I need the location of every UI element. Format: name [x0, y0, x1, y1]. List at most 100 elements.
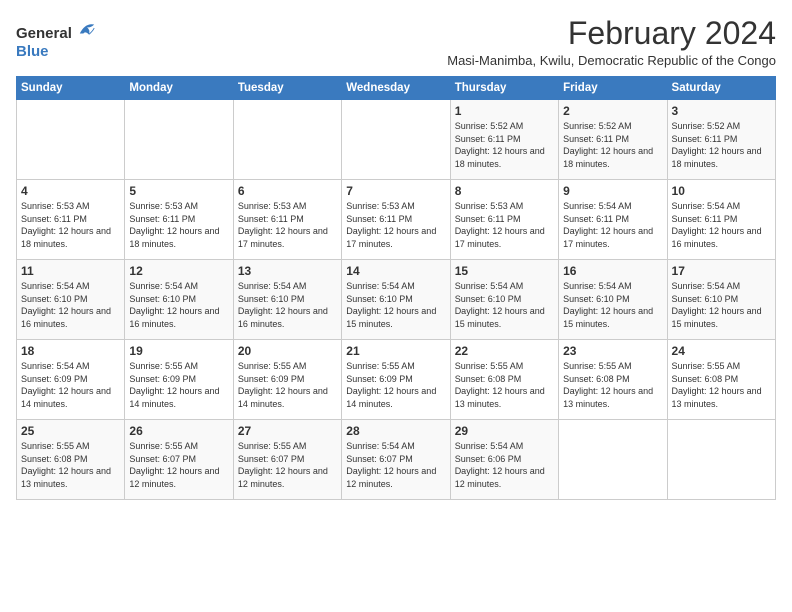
day-info: Sunrise: 5:54 AM Sunset: 6:06 PM Dayligh… — [455, 440, 554, 490]
day-number: 15 — [455, 264, 554, 278]
col-friday: Friday — [559, 77, 667, 100]
page: General Blue February 2024 Masi-Manimba,… — [0, 0, 792, 612]
main-title: February 2024 — [447, 16, 776, 51]
day-number: 24 — [672, 344, 771, 358]
day-cell: 6 Sunrise: 5:53 AM Sunset: 6:11 PM Daylig… — [233, 180, 341, 260]
day-number: 3 — [672, 104, 771, 118]
day-number: 16 — [563, 264, 662, 278]
day-cell — [233, 100, 341, 180]
day-info: Sunrise: 5:54 AM Sunset: 6:10 PM Dayligh… — [238, 280, 337, 330]
week-row-5: 25 Sunrise: 5:55 AM Sunset: 6:08 PM Dayli… — [17, 420, 776, 500]
day-info: Sunrise: 5:55 AM Sunset: 6:09 PM Dayligh… — [129, 360, 228, 410]
day-info: Sunrise: 5:54 AM Sunset: 6:11 PM Dayligh… — [672, 200, 771, 250]
week-row-3: 11Sunrise: 5:54 AM Sunset: 6:10 PM Dayli… — [17, 260, 776, 340]
day-number: 27 — [238, 424, 337, 438]
logo-bird-icon — [78, 20, 96, 38]
logo-general: General — [16, 25, 72, 42]
day-number: 29 — [455, 424, 554, 438]
day-number: 2 — [563, 104, 662, 118]
day-number: 25 — [21, 424, 120, 438]
day-info: Sunrise: 5:53 AM Sunset: 6:11 PM Dayligh… — [21, 200, 120, 250]
day-cell: 12 Sunrise: 5:54 AM Sunset: 6:10 PM Dayli… — [125, 260, 233, 340]
logo-text: General Blue — [16, 20, 96, 61]
day-cell — [17, 100, 125, 180]
header: General Blue February 2024 Masi-Manimba,… — [16, 16, 776, 68]
day-info: Sunrise: 5:54 AM Sunset: 6:10 PM Dayligh… — [129, 280, 228, 330]
day-info: Sunrise: 5:54 AM Sunset: 6:10 PM Dayligh… — [455, 280, 554, 330]
day-info: Sunrise: 5:54 AM Sunset: 6:07 PM Dayligh… — [346, 440, 445, 490]
day-cell: 23Sunrise: 5:55 AM Sunset: 6:08 PM Dayli… — [559, 340, 667, 420]
day-cell: 14 Sunrise: 5:54 AM Sunset: 6:10 PM Dayli… — [342, 260, 450, 340]
day-cell — [342, 100, 450, 180]
col-sunday: Sunday — [17, 77, 125, 100]
day-number: 28 — [346, 424, 445, 438]
day-cell: 4 Sunrise: 5:53 AM Sunset: 6:11 PM Daylig… — [17, 180, 125, 260]
day-cell: 25 Sunrise: 5:55 AM Sunset: 6:08 PM Dayli… — [17, 420, 125, 500]
day-cell: 22 Sunrise: 5:55 AM Sunset: 6:08 PM Dayli… — [450, 340, 558, 420]
col-monday: Monday — [125, 77, 233, 100]
day-info: Sunrise: 5:55 AM Sunset: 6:07 PM Dayligh… — [129, 440, 228, 490]
day-info: Sunrise: 5:55 AM Sunset: 6:08 PM Dayligh… — [455, 360, 554, 410]
calendar-table: Sunday Monday Tuesday Wednesday Thursday… — [16, 76, 776, 500]
day-number: 4 — [21, 184, 120, 198]
day-info: Sunrise: 5:54 AM Sunset: 6:11 PM Dayligh… — [563, 200, 662, 250]
day-info: Sunrise: 5:53 AM Sunset: 6:11 PM Dayligh… — [455, 200, 554, 250]
day-cell: 28 Sunrise: 5:54 AM Sunset: 6:07 PM Dayli… — [342, 420, 450, 500]
day-cell: 15 Sunrise: 5:54 AM Sunset: 6:10 PM Dayli… — [450, 260, 558, 340]
day-cell: 16Sunrise: 5:54 AM Sunset: 6:10 PM Dayli… — [559, 260, 667, 340]
day-number: 13 — [238, 264, 337, 278]
day-cell: 29 Sunrise: 5:54 AM Sunset: 6:06 PM Dayli… — [450, 420, 558, 500]
title-block: February 2024 Masi-Manimba, Kwilu, Democ… — [447, 16, 776, 68]
day-number: 19 — [129, 344, 228, 358]
day-cell: 7Sunrise: 5:53 AM Sunset: 6:11 PM Daylig… — [342, 180, 450, 260]
day-cell: 10Sunrise: 5:54 AM Sunset: 6:11 PM Dayli… — [667, 180, 775, 260]
day-number: 1 — [455, 104, 554, 118]
day-number: 18 — [21, 344, 120, 358]
week-row-2: 4 Sunrise: 5:53 AM Sunset: 6:11 PM Daylig… — [17, 180, 776, 260]
col-tuesday: Tuesday — [233, 77, 341, 100]
day-cell: 9 Sunrise: 5:54 AM Sunset: 6:11 PM Daylig… — [559, 180, 667, 260]
day-info: Sunrise: 5:54 AM Sunset: 6:09 PM Dayligh… — [21, 360, 120, 410]
day-number: 8 — [455, 184, 554, 198]
logo-blue: Blue — [16, 43, 49, 60]
day-info: Sunrise: 5:52 AM Sunset: 6:11 PM Dayligh… — [672, 120, 771, 170]
day-cell: 27 Sunrise: 5:55 AM Sunset: 6:07 PM Dayli… — [233, 420, 341, 500]
day-cell — [559, 420, 667, 500]
col-wednesday: Wednesday — [342, 77, 450, 100]
day-cell: 8 Sunrise: 5:53 AM Sunset: 6:11 PM Daylig… — [450, 180, 558, 260]
day-info: Sunrise: 5:52 AM Sunset: 6:11 PM Dayligh… — [455, 120, 554, 170]
calendar-body: 1 Sunrise: 5:52 AM Sunset: 6:11 PM Daylig… — [17, 100, 776, 500]
week-row-1: 1 Sunrise: 5:52 AM Sunset: 6:11 PM Daylig… — [17, 100, 776, 180]
day-info: Sunrise: 5:55 AM Sunset: 6:08 PM Dayligh… — [563, 360, 662, 410]
day-cell: 26 Sunrise: 5:55 AM Sunset: 6:07 PM Dayli… — [125, 420, 233, 500]
day-cell: 3 Sunrise: 5:52 AM Sunset: 6:11 PM Daylig… — [667, 100, 775, 180]
day-info: Sunrise: 5:54 AM Sunset: 6:10 PM Dayligh… — [21, 280, 120, 330]
day-info: Sunrise: 5:55 AM Sunset: 6:09 PM Dayligh… — [346, 360, 445, 410]
day-number: 22 — [455, 344, 554, 358]
subtitle: Masi-Manimba, Kwilu, Democratic Republic… — [447, 53, 776, 68]
day-cell — [125, 100, 233, 180]
day-cell: 24 Sunrise: 5:55 AM Sunset: 6:08 PM Dayli… — [667, 340, 775, 420]
day-cell: 20Sunrise: 5:55 AM Sunset: 6:09 PM Dayli… — [233, 340, 341, 420]
day-number: 14 — [346, 264, 445, 278]
day-info: Sunrise: 5:55 AM Sunset: 6:09 PM Dayligh… — [238, 360, 337, 410]
day-number: 12 — [129, 264, 228, 278]
day-info: Sunrise: 5:55 AM Sunset: 6:08 PM Dayligh… — [21, 440, 120, 490]
day-info: Sunrise: 5:54 AM Sunset: 6:10 PM Dayligh… — [346, 280, 445, 330]
day-number: 26 — [129, 424, 228, 438]
day-cell: 1 Sunrise: 5:52 AM Sunset: 6:11 PM Daylig… — [450, 100, 558, 180]
day-info: Sunrise: 5:55 AM Sunset: 6:07 PM Dayligh… — [238, 440, 337, 490]
day-info: Sunrise: 5:53 AM Sunset: 6:11 PM Dayligh… — [129, 200, 228, 250]
week-row-4: 18 Sunrise: 5:54 AM Sunset: 6:09 PM Dayli… — [17, 340, 776, 420]
day-number: 17 — [672, 264, 771, 278]
day-cell: 11Sunrise: 5:54 AM Sunset: 6:10 PM Dayli… — [17, 260, 125, 340]
day-number: 7 — [346, 184, 445, 198]
day-number: 9 — [563, 184, 662, 198]
day-number: 6 — [238, 184, 337, 198]
logo: General Blue — [16, 20, 96, 61]
day-cell: 21Sunrise: 5:55 AM Sunset: 6:09 PM Dayli… — [342, 340, 450, 420]
col-thursday: Thursday — [450, 77, 558, 100]
day-info: Sunrise: 5:53 AM Sunset: 6:11 PM Dayligh… — [238, 200, 337, 250]
day-cell: 18 Sunrise: 5:54 AM Sunset: 6:09 PM Dayli… — [17, 340, 125, 420]
day-info: Sunrise: 5:55 AM Sunset: 6:08 PM Dayligh… — [672, 360, 771, 410]
